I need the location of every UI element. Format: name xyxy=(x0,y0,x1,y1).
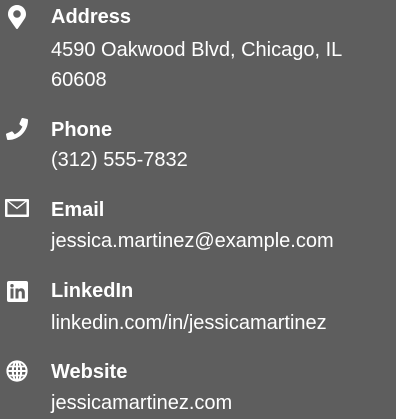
phone-label: Phone xyxy=(51,119,113,141)
globe-icon xyxy=(5,359,29,383)
linkedin-icon xyxy=(5,279,29,303)
linkedin-label: LinkedIn xyxy=(51,280,134,302)
envelope-icon xyxy=(5,196,29,220)
address-value: 4590 Oakwood Blvd, Chicago, IL 60608 xyxy=(51,39,342,91)
map-marker-icon xyxy=(5,5,29,29)
phone-link[interactable]: (312) 555-7832 xyxy=(51,145,396,175)
linkedin-link[interactable]: linkedin.com/in/jessicamartinez xyxy=(51,308,396,338)
phone-icon xyxy=(5,117,29,141)
address-label: Address xyxy=(51,6,132,28)
email-label: Email xyxy=(51,199,105,221)
website-label: Website xyxy=(51,361,128,383)
website-link[interactable]: jessicamartinez.com xyxy=(51,388,396,418)
email-link[interactable]: jessica.martinez@example.com xyxy=(51,226,396,256)
